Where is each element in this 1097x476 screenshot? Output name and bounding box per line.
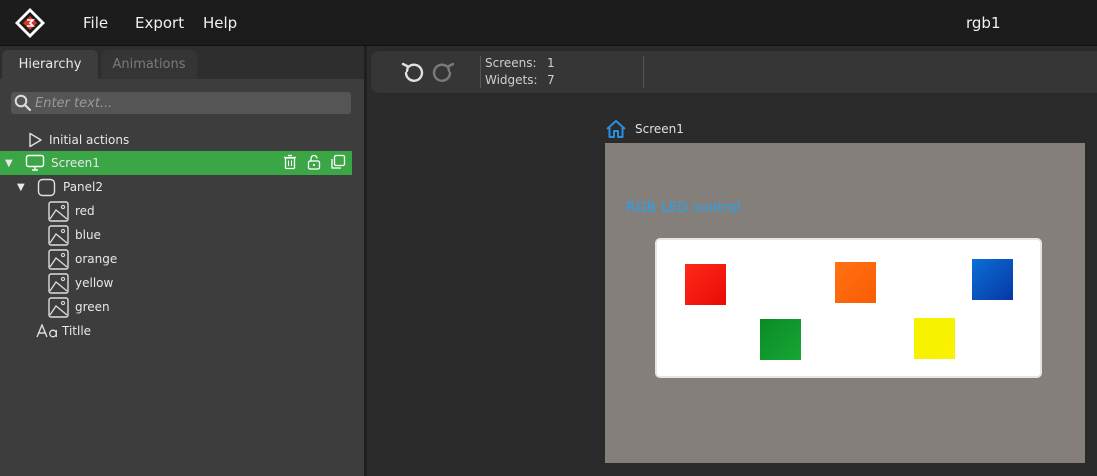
menu-export[interactable]: Export xyxy=(135,0,184,46)
monitor-icon xyxy=(25,154,45,171)
widgets-count: 7 xyxy=(547,73,555,87)
tab-animations[interactable]: Animations xyxy=(101,50,197,79)
trash-icon[interactable] xyxy=(282,154,298,170)
image-icon xyxy=(48,200,69,222)
copy-icon[interactable] xyxy=(330,154,346,170)
search-icon xyxy=(14,94,32,112)
expand-arrow-icon[interactable]: ▼ xyxy=(17,182,25,193)
orange-image-widget[interactable] xyxy=(835,262,876,303)
image-icon xyxy=(48,296,69,318)
title-label-widget[interactable]: RGB LED control xyxy=(626,200,741,216)
panel-widget[interactable] xyxy=(655,238,1042,378)
screens-label: Screens: xyxy=(485,56,537,70)
tree-item-initial-actions[interactable]: Initial actions xyxy=(27,128,129,152)
tree-item-label: red xyxy=(75,204,95,218)
widgets-label: Widgets: xyxy=(485,73,538,87)
home-icon xyxy=(606,120,626,138)
tree-item-image-green[interactable]: green xyxy=(48,295,110,319)
tree-item-label: Panel2 xyxy=(63,180,104,194)
tree-item-label: Titlle xyxy=(62,324,92,338)
screen-name: Screen1 xyxy=(635,122,684,136)
tree-item-image-yellow[interactable]: yellow xyxy=(48,271,113,295)
screen-header[interactable]: Screen1 xyxy=(605,119,684,139)
image-icon xyxy=(48,224,69,246)
app-window: File Export Help rgb1 Hierarchy Animatio… xyxy=(0,0,1097,476)
yellow-image-widget[interactable] xyxy=(914,318,955,359)
image-icon xyxy=(48,272,69,294)
menu-file[interactable]: File xyxy=(83,0,108,46)
search-box xyxy=(11,92,351,114)
top-menu-bar: File Export Help rgb1 xyxy=(0,0,1097,46)
tree-item-label: green xyxy=(75,300,110,314)
row-actions xyxy=(282,154,346,170)
tree-item-panel2[interactable]: ▼ Panel2 xyxy=(0,175,352,199)
expand-arrow-icon[interactable]: ▼ xyxy=(5,158,13,169)
redo-icon[interactable] xyxy=(430,60,456,86)
red-image-widget[interactable] xyxy=(685,264,726,305)
blue-image-widget[interactable] xyxy=(972,259,1013,300)
undo-icon[interactable] xyxy=(400,60,426,86)
menu-help[interactable]: Help xyxy=(203,0,237,46)
tree-item-label: blue xyxy=(75,228,101,242)
panel-tabs: Hierarchy Animations xyxy=(0,46,364,79)
left-panel: Hierarchy Animations Initial actions ▼ xyxy=(0,46,364,476)
rounded-square-icon xyxy=(37,178,56,196)
tree-item-label: Initial actions xyxy=(49,133,130,147)
tree-item-label-titlle[interactable]: Titlle xyxy=(36,319,91,343)
image-icon xyxy=(48,248,69,270)
green-image-widget[interactable] xyxy=(760,319,801,360)
text-aa-icon xyxy=(36,324,57,338)
tree-item-image-orange[interactable]: orange xyxy=(48,247,117,271)
tab-hierarchy[interactable]: Hierarchy xyxy=(2,50,98,79)
tree-item-label: yellow xyxy=(75,276,114,290)
tree-item-label: orange xyxy=(75,252,118,266)
tree-item-image-blue[interactable]: blue xyxy=(48,223,101,247)
toolbar-separator xyxy=(480,56,481,88)
play-icon xyxy=(29,132,42,148)
editor-toolbar: Screens: 1 Widgets: 7 xyxy=(371,51,1097,93)
app-logo-icon[interactable] xyxy=(14,7,46,39)
tree-item-image-red[interactable]: red xyxy=(48,199,95,223)
project-title: rgb1 xyxy=(966,14,1001,32)
tree-item-label: Screen1 xyxy=(51,156,100,170)
search-input[interactable] xyxy=(32,95,351,111)
tree-item-screen1[interactable]: ▼ Screen1 xyxy=(0,151,352,175)
screen-canvas[interactable]: RGB LED control xyxy=(605,143,1085,463)
screens-count: 1 xyxy=(547,56,555,70)
toolbar-separator xyxy=(643,56,644,88)
unlock-icon[interactable] xyxy=(306,154,322,170)
editor-area: Screens: 1 Widgets: 7 Screen1 RGB LED co… xyxy=(367,46,1097,476)
